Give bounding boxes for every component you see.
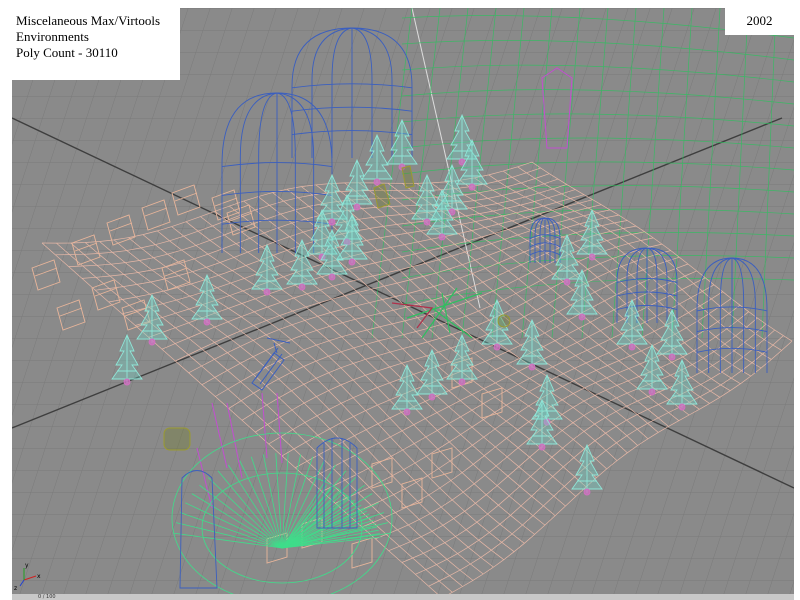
wireframe-scene: x y z xyxy=(12,8,794,594)
year-overlay: 2002 xyxy=(725,8,794,35)
info-subtitle: Environments xyxy=(16,29,89,44)
info-title: Miscelaneous Max/Virtools xyxy=(16,13,161,28)
axis-z-label: z xyxy=(14,585,17,592)
axis-y-label: y xyxy=(25,562,29,569)
axis-x-label: x xyxy=(37,573,41,580)
poly-count: Poly Count - 30110 xyxy=(16,45,118,60)
perspective-viewport[interactable]: x y z xyxy=(12,8,794,594)
screenshot-frame: x y z Miscelaneous Max/Virtools Environm… xyxy=(0,0,800,600)
year-label: 2002 xyxy=(746,13,773,28)
info-overlay: Miscelaneous Max/Virtools Environments P… xyxy=(0,0,180,80)
timeline-slider[interactable]: 0 / 100 xyxy=(12,594,794,600)
frame-counter: 0 / 100 xyxy=(38,594,56,600)
